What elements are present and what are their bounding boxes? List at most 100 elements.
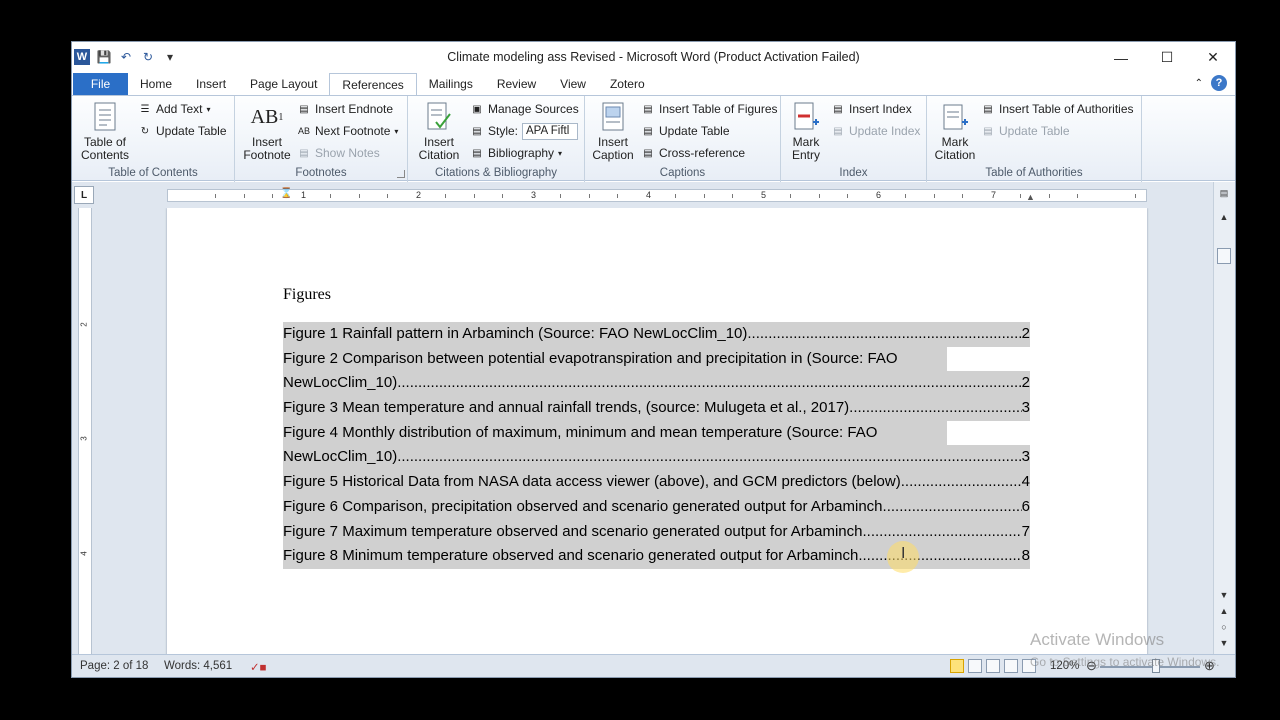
close-button[interactable]: ✕ — [1190, 42, 1235, 73]
style-selector[interactable]: ▤ Style: APA Fiftl — [470, 122, 579, 140]
vertical-ruler[interactable]: 2 3 4 — [78, 208, 92, 654]
ruler-number: 5 — [761, 190, 767, 200]
scroll-up-icon[interactable]: ▲ — [1217, 210, 1231, 224]
outline-view-icon[interactable] — [1004, 659, 1018, 673]
footnotes-dialog-launcher[interactable] — [397, 170, 405, 178]
table-of-contents-button[interactable]: Table of Contents — [78, 101, 132, 162]
mark-citation-button[interactable]: Mark Citation — [931, 101, 979, 162]
add-text-button[interactable]: ☰ Add Text ▾ — [138, 100, 211, 118]
ruler-tick — [214, 194, 216, 198]
ruler-tick — [674, 194, 676, 198]
table-of-contents-icon — [90, 101, 120, 133]
collapse-ribbon-icon[interactable]: ⌃ — [1195, 78, 1203, 89]
update-table-of-figures-button[interactable]: ▤ Update Table — [641, 122, 729, 140]
ruler-tick — [387, 194, 389, 198]
toc-entry[interactable]: NewLocClim_10) 3 — [283, 445, 1030, 471]
cross-reference-button[interactable]: ▤ Cross-reference — [641, 144, 745, 162]
toc-entry[interactable]: Figure 1 Rainfall pattern in Arbaminch (… — [283, 322, 1030, 347]
show-notes-icon: ▤ — [299, 147, 309, 159]
tab-zotero[interactable]: Zotero — [598, 73, 657, 95]
minimize-button[interactable]: — — [1098, 42, 1144, 73]
mark-citation-icon — [940, 101, 970, 133]
ruler-tick — [703, 194, 705, 198]
right-indent-marker[interactable]: ▲ — [1026, 192, 1035, 202]
group-citations-bibliography: Insert Citation ▣ Manage Sources ▤ Style… — [408, 96, 585, 182]
insert-footnote-button[interactable]: AB 1 Insert Footnote — [241, 101, 293, 162]
insert-caption-button[interactable]: Insert Caption — [589, 101, 637, 162]
toc-entry[interactable]: Figure 6 Comparison, precipitation obser… — [283, 494, 1030, 520]
tab-page-layout[interactable]: Page Layout — [238, 73, 329, 95]
tab-view[interactable]: View — [548, 73, 598, 95]
mark-entry-button[interactable]: Mark Entry — [787, 101, 825, 162]
left-indent-marker[interactable]: ⌛ — [280, 188, 292, 199]
toc-leader-dots — [862, 520, 1021, 545]
tab-references[interactable]: References — [329, 73, 417, 95]
word-count[interactable]: Words: 4,561 — [164, 660, 232, 672]
table-of-figures[interactable]: Figure 1 Rainfall pattern in Arbaminch (… — [283, 322, 1030, 569]
toc-entry[interactable]: Figure 7 Maximum temperature observed an… — [283, 519, 1030, 545]
update-index-button[interactable]: ▤ Update Index — [831, 122, 920, 140]
toc-entry-text: Figure 8 Minimum temperature observed an… — [283, 547, 859, 565]
ribbon: Table of Contents ☰ Add Text ▾ ↻ Update … — [72, 95, 1235, 182]
manage-sources-button[interactable]: ▣ Manage Sources — [470, 100, 578, 118]
bibliography-button[interactable]: ▤ Bibliography ▾ — [470, 144, 562, 162]
toc-entry[interactable]: Figure 4 Monthly distribution of maximum… — [283, 420, 1030, 446]
update-toa-button[interactable]: ▤ Update Table — [981, 122, 1069, 140]
style-label: Style: — [488, 124, 519, 138]
scroll-thumb[interactable] — [1217, 248, 1231, 264]
maximize-button[interactable]: ☐ — [1144, 42, 1190, 73]
browse-object-icon[interactable]: ○ — [1217, 620, 1231, 634]
table-of-contents-label: Table of Contents — [80, 135, 130, 162]
tab-review[interactable]: Review — [485, 73, 548, 95]
scroll-down-icon[interactable]: ▼ — [1217, 588, 1231, 602]
print-layout-view-icon[interactable] — [950, 659, 964, 673]
update-index-icon: ▤ — [833, 125, 843, 137]
show-notes-button[interactable]: ▤ Show Notes — [297, 144, 380, 162]
window-title: Climate modeling ass Revised - Microsoft… — [447, 50, 860, 64]
ruler-tick — [933, 194, 935, 198]
toc-entry[interactable]: Figure 3 Mean temperature and annual rai… — [283, 396, 1030, 421]
next-footnote-button[interactable]: AB Next Footnote ▾ — [297, 122, 398, 140]
ruler-tick — [789, 194, 791, 198]
tab-file[interactable]: File — [73, 73, 128, 95]
tab-home[interactable]: Home — [128, 73, 184, 95]
tab-mailings[interactable]: Mailings — [417, 73, 485, 95]
insert-citation-button[interactable]: Insert Citation — [412, 101, 466, 162]
tab-insert[interactable]: Insert — [184, 73, 238, 95]
ruler-tick — [243, 194, 245, 198]
tab-selector[interactable]: L — [74, 186, 94, 204]
toc-entry[interactable]: Figure 5 Historical Data from NASA data … — [283, 470, 1030, 495]
insert-table-of-figures-label: Insert Table of Figures — [659, 102, 778, 116]
document-page[interactable]: Figures Figure 1 Rainfall pattern in Arb… — [167, 208, 1147, 654]
chevron-down-icon: ▾ — [206, 104, 211, 114]
insert-endnote-button[interactable]: ▤ Insert Endnote — [297, 100, 393, 118]
insert-table-of-figures-button[interactable]: ▤ Insert Table of Figures — [641, 100, 778, 118]
toc-entry[interactable]: NewLocClim_10) 2 — [283, 371, 1030, 397]
show-notes-label: Show Notes — [315, 146, 380, 160]
web-layout-icon[interactable] — [986, 659, 1000, 673]
page-count[interactable]: Page: 2 of 18 — [80, 660, 148, 672]
group-label: Index — [839, 167, 868, 179]
insert-table-of-authorities-button[interactable]: ▤ Insert Table of Authorities — [981, 100, 1134, 118]
style-dropdown[interactable]: APA Fiftl — [522, 122, 579, 140]
view-ruler-icon[interactable]: ▤ — [1217, 186, 1231, 200]
group-label: Table of Contents — [108, 167, 198, 179]
activate-windows-subtitle: Go to Settings to activate Windows. — [1030, 655, 1220, 669]
toc-leader-dots — [858, 544, 1021, 569]
horizontal-ruler[interactable]: 1 2 3 4 5 6 7 ⌛ ▲ — [167, 188, 1147, 202]
ruler-tick — [329, 194, 331, 198]
chevron-down-icon: ▾ — [394, 126, 399, 136]
insert-toa-label: Insert Table of Authorities — [999, 102, 1134, 116]
activate-windows-title: Activate Windows — [1030, 630, 1165, 649]
insert-index-button[interactable]: ▤ Insert Index — [831, 100, 911, 118]
insert-citation-icon — [424, 101, 454, 133]
update-toc-button[interactable]: ↻ Update Table — [138, 122, 227, 140]
vertical-scrollbar[interactable]: ▤ ▲ ▼ ▲ ○ ▼ — [1213, 182, 1235, 654]
toc-entry[interactable]: Figure 2 Comparison between potential ev… — [283, 346, 1030, 372]
next-page-icon[interactable]: ▼ — [1217, 636, 1231, 650]
update-toa-icon: ▤ — [983, 125, 993, 137]
previous-page-icon[interactable]: ▲ — [1217, 604, 1231, 618]
help-icon[interactable]: ? — [1211, 75, 1227, 91]
proofing-icon[interactable]: ✓■ — [250, 660, 267, 674]
full-screen-reading-icon[interactable] — [968, 659, 982, 673]
